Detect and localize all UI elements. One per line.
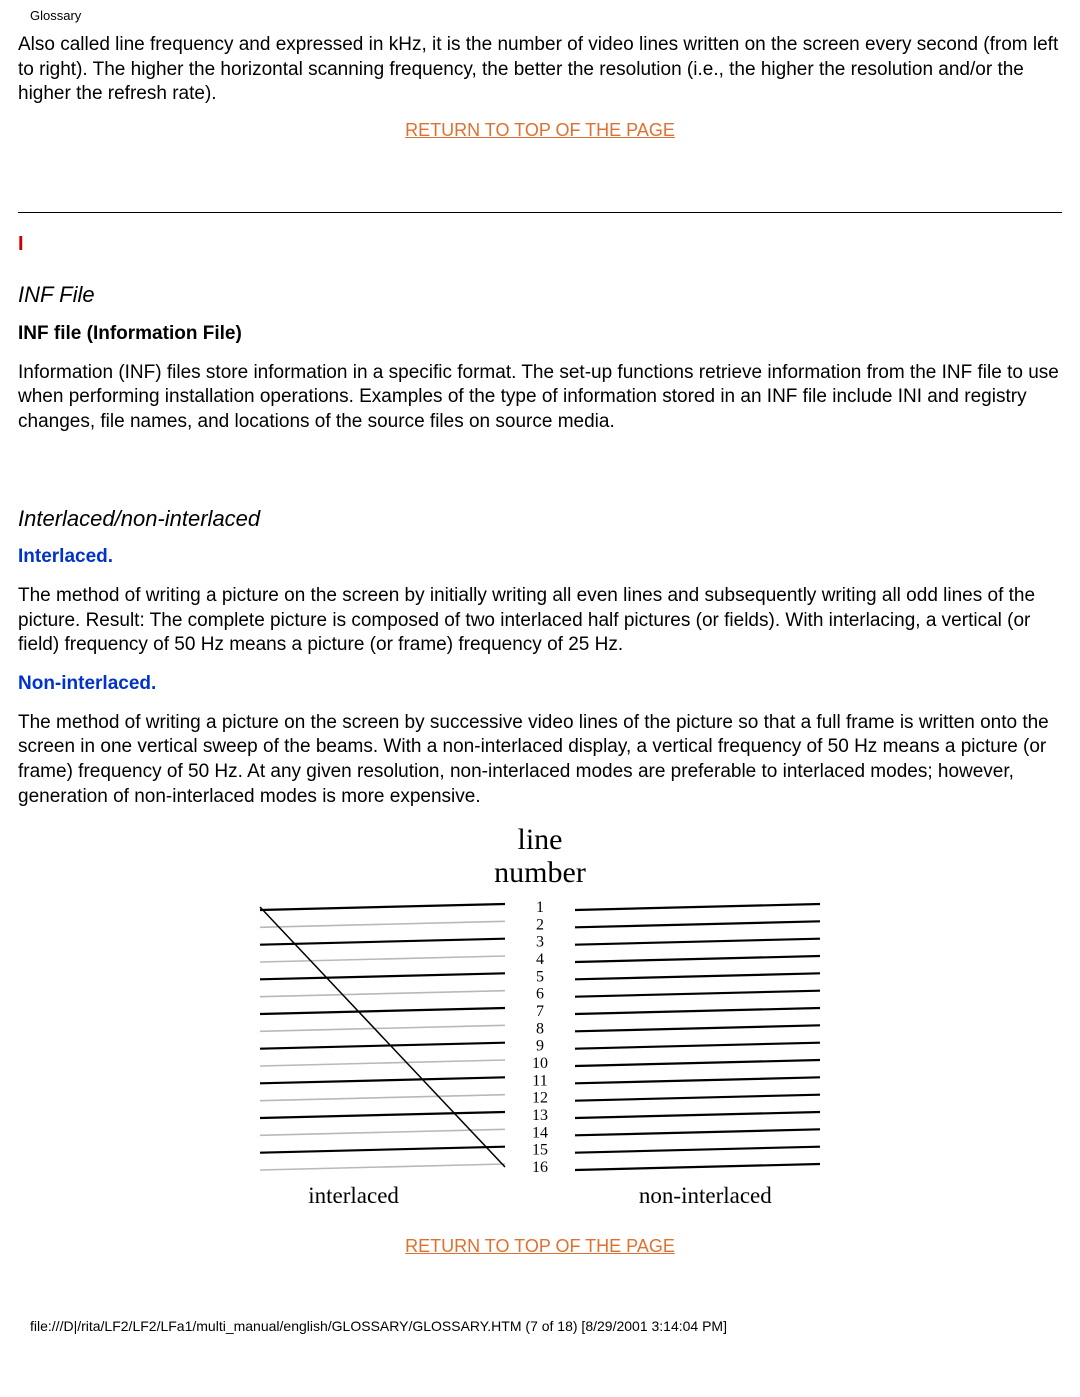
inf-file-subtitle: INF file (Information File) (18, 322, 1062, 347)
diagram-label-left: interlaced (308, 1181, 399, 1211)
divider (18, 212, 1062, 213)
svg-text:13: 13 (532, 1107, 548, 1124)
interlaced-title: Interlaced/non-interlaced (18, 505, 1062, 534)
svg-text:14: 14 (532, 1125, 548, 1142)
interlaced-sub2: Non-interlaced. (18, 672, 1062, 697)
svg-text:1: 1 (536, 899, 544, 916)
diagram-container: line number 12345678910111213141516 inte… (18, 823, 1062, 1211)
interlaced-sub1: Interlaced. (18, 545, 1062, 570)
inf-file-title: INF File (18, 281, 1062, 310)
diagram-label-right: non-interlaced (639, 1181, 772, 1211)
section-letter: I (18, 231, 1062, 257)
svg-text:9: 9 (536, 1038, 544, 1055)
footer-path: file:///D|/rita/LF2/LF2/LFa1/multi_manua… (0, 1267, 1080, 1343)
return-to-top-link[interactable]: RETURN TO TOP OF THE PAGE (18, 119, 1062, 142)
page-header-label: Glossary (0, 0, 1080, 33)
svg-text:15: 15 (532, 1142, 548, 1159)
diagram-title: line number (18, 823, 1062, 889)
svg-text:10: 10 (532, 1055, 548, 1072)
svg-text:5: 5 (536, 969, 544, 986)
svg-text:3: 3 (536, 934, 544, 951)
interlaced-body1: The method of writing a picture on the s… (18, 584, 1062, 658)
svg-text:7: 7 (536, 1003, 544, 1020)
return-to-top-link-2[interactable]: RETURN TO TOP OF THE PAGE (18, 1235, 1062, 1258)
interlace-diagram: 12345678910111213141516 (240, 897, 840, 1177)
inf-file-body: Information (INF) files store informatio… (18, 361, 1062, 435)
svg-text:4: 4 (536, 951, 544, 968)
diagram-labels: interlaced non-interlaced (18, 1181, 1062, 1211)
svg-text:8: 8 (536, 1021, 544, 1038)
svg-text:12: 12 (532, 1090, 548, 1107)
svg-text:11: 11 (532, 1073, 547, 1090)
svg-text:2: 2 (536, 917, 544, 934)
intro-paragraph: Also called line frequency and expressed… (18, 33, 1062, 107)
svg-text:16: 16 (532, 1159, 548, 1176)
svg-text:6: 6 (536, 986, 544, 1003)
interlaced-body2: The method of writing a picture on the s… (18, 711, 1062, 810)
